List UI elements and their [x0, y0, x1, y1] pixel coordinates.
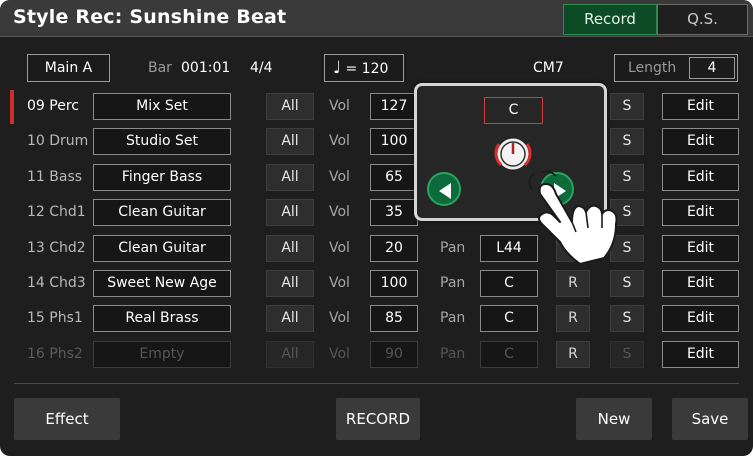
- section-select[interactable]: Main A: [27, 54, 110, 82]
- vol-label: Vol: [329, 310, 350, 327]
- volume-field[interactable]: 65: [370, 163, 418, 191]
- tempo-value: = 120: [345, 61, 389, 77]
- voice-select[interactable]: Finger Bass: [93, 163, 231, 191]
- volume-field[interactable]: 100: [370, 270, 418, 297]
- volume-field[interactable]: 90: [370, 340, 418, 368]
- all-button[interactable]: All: [266, 305, 314, 333]
- arrow-left-icon: [439, 183, 451, 199]
- track-name: 12 Chd1: [27, 204, 86, 221]
- volume-field[interactable]: 35: [370, 199, 418, 227]
- length-label: Length: [628, 60, 677, 76]
- record-track-button[interactable]: R: [556, 340, 590, 368]
- voice-select[interactable]: Clean Guitar: [93, 234, 231, 262]
- voice-select[interactable]: Studio Set: [93, 128, 231, 156]
- edit-button[interactable]: Edit: [662, 93, 739, 120]
- bar-value: 001:01: [181, 60, 231, 76]
- edit-button[interactable]: Edit: [662, 270, 739, 297]
- title-bar: Style Rec: Sunshine Beat Record Q.S.: [0, 0, 753, 37]
- divider: [14, 383, 739, 384]
- all-button[interactable]: All: [266, 93, 314, 120]
- time-signature: 4/4: [250, 60, 273, 76]
- all-button[interactable]: All: [266, 340, 314, 368]
- vol-label: Vol: [329, 275, 350, 291]
- arrow-left-button[interactable]: [427, 172, 461, 206]
- record-button[interactable]: RECORD: [336, 398, 420, 440]
- note-icon: ♩: [333, 58, 342, 78]
- vol-label: Vol: [329, 239, 350, 256]
- track-row[interactable]: 15 Phs1 Real Brass All Vol 85 Pan C R S Edit: [14, 303, 739, 334]
- vol-label: Vol: [329, 168, 350, 185]
- solo-button[interactable]: S: [610, 93, 644, 120]
- edit-button[interactable]: Edit: [662, 163, 739, 191]
- edit-button[interactable]: Edit: [662, 305, 739, 333]
- effect-button[interactable]: Effect: [14, 398, 120, 440]
- vol-label: Vol: [329, 133, 350, 150]
- pan-popup-value: C: [484, 97, 543, 124]
- selected-track-indicator: [10, 90, 14, 124]
- track-name: 10 Drum: [27, 133, 89, 150]
- track-name: 16 Phs2: [27, 345, 83, 362]
- volume-field[interactable]: 20: [370, 234, 418, 262]
- chord-value: CM7: [533, 60, 564, 76]
- page-title: Style Rec: Sunshine Beat: [13, 6, 287, 28]
- edit-button[interactable]: Edit: [662, 234, 739, 262]
- track-name: 13 Chd2: [27, 239, 86, 256]
- pan-label: Pan: [440, 275, 466, 291]
- voice-select[interactable]: Clean Guitar: [93, 199, 231, 227]
- pan-label: Pan: [440, 310, 466, 327]
- voice-select[interactable]: Sweet New Age: [93, 270, 231, 297]
- all-button[interactable]: All: [266, 163, 314, 191]
- length-field[interactable]: Length 4: [614, 54, 738, 82]
- track-name: 11 Bass: [27, 168, 83, 185]
- save-button[interactable]: Save: [672, 398, 748, 440]
- tempo-field[interactable]: ♩ = 120: [324, 54, 404, 82]
- style-record-screen: Style Rec: Sunshine Beat Record Q.S. Mai…: [0, 0, 753, 456]
- pan-label: Pan: [440, 239, 466, 256]
- vol-label: Vol: [329, 345, 350, 362]
- track-name: 14 Chd3: [27, 275, 86, 291]
- voice-select[interactable]: Mix Set: [93, 93, 231, 120]
- volume-field[interactable]: 100: [370, 128, 418, 156]
- pan-field[interactable]: C: [480, 340, 538, 368]
- track-row[interactable]: 09 Perc Mix Set All Vol 127 S Edit: [14, 91, 739, 122]
- all-button[interactable]: All: [266, 199, 314, 227]
- edit-button[interactable]: Edit: [662, 340, 739, 368]
- voice-select[interactable]: Real Brass: [93, 305, 231, 333]
- new-button[interactable]: New: [576, 398, 652, 440]
- pan-field[interactable]: C: [480, 305, 538, 333]
- volume-field[interactable]: 127: [370, 93, 418, 120]
- all-button[interactable]: All: [266, 234, 314, 262]
- bar-label: Bar: [148, 60, 172, 76]
- all-button[interactable]: All: [266, 128, 314, 156]
- vol-label: Vol: [329, 98, 350, 114]
- tab-quick-select[interactable]: Q.S.: [657, 4, 748, 35]
- volume-field[interactable]: 85: [370, 305, 418, 333]
- track-name: 15 Phs1: [27, 310, 83, 327]
- vol-label: Vol: [329, 204, 350, 221]
- solo-button[interactable]: S: [610, 305, 644, 333]
- all-button[interactable]: All: [266, 270, 314, 297]
- solo-button[interactable]: S: [610, 340, 644, 368]
- pointer-hand-icon: [528, 170, 618, 265]
- edit-button[interactable]: Edit: [662, 128, 739, 156]
- info-bar: Main A Bar 001:01 4/4 ♩ = 120 CM7 Length…: [14, 52, 739, 85]
- edit-button[interactable]: Edit: [662, 199, 739, 227]
- track-row[interactable]: 16 Phs2 Empty All Vol 90 Pan C R S Edit: [14, 339, 739, 370]
- length-value: 4: [689, 57, 735, 79]
- voice-select[interactable]: Empty: [93, 340, 231, 368]
- track-name: 09 Perc: [27, 98, 79, 114]
- record-track-button[interactable]: R: [556, 305, 590, 333]
- tab-record[interactable]: Record: [563, 4, 657, 35]
- pan-label: Pan: [440, 345, 466, 362]
